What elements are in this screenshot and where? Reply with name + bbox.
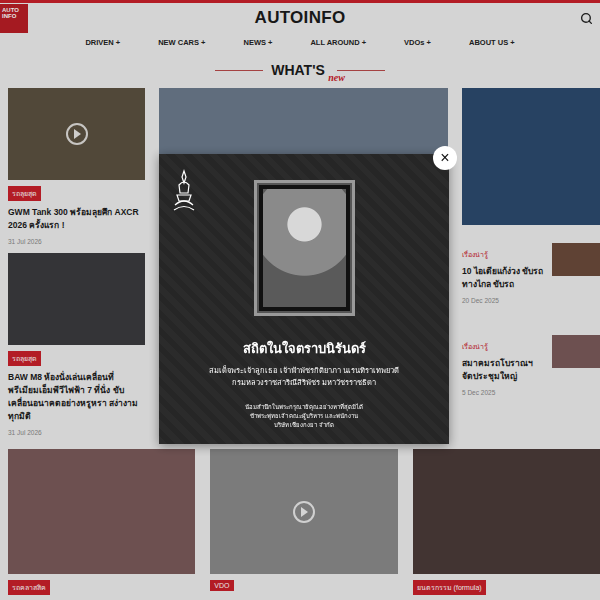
- modal-footer-line: บริษัท เซียงกงยา จำกัด: [274, 421, 334, 430]
- portrait-photo: [263, 189, 346, 307]
- modal-title: สถิตในใจตราบนิรันดร์: [243, 338, 366, 359]
- page: AUTO INFOAUTOINFODRIVEN +NEW CARS +NEWS …: [0, 0, 600, 600]
- modal-line: สมเด็จพระเจ้าลูกเธอ เจ้าฟ้าพัชรกิติยาภา …: [209, 365, 399, 377]
- modal-line: กรมหลวงราชสาริณีสิริพัชร มหาวัชรราชธิดา: [232, 377, 376, 389]
- memorial-modal: ×สถิตในใจตราบนิรันดร์สมเด็จพระเจ้าลูกเธอ…: [159, 154, 449, 444]
- modal-footer-line: น้อมสำนึกในพระกรุณาธิคุณอย่างหาที่สุดมิไ…: [245, 403, 363, 412]
- royal-emblem-icon: [171, 169, 197, 213]
- portrait-frame: [254, 180, 355, 316]
- close-button[interactable]: ×: [433, 146, 457, 170]
- modal-footer-line: ข้าพระพุทธเจ้า คณะผู้บริหาร และพนักงาน: [250, 412, 358, 421]
